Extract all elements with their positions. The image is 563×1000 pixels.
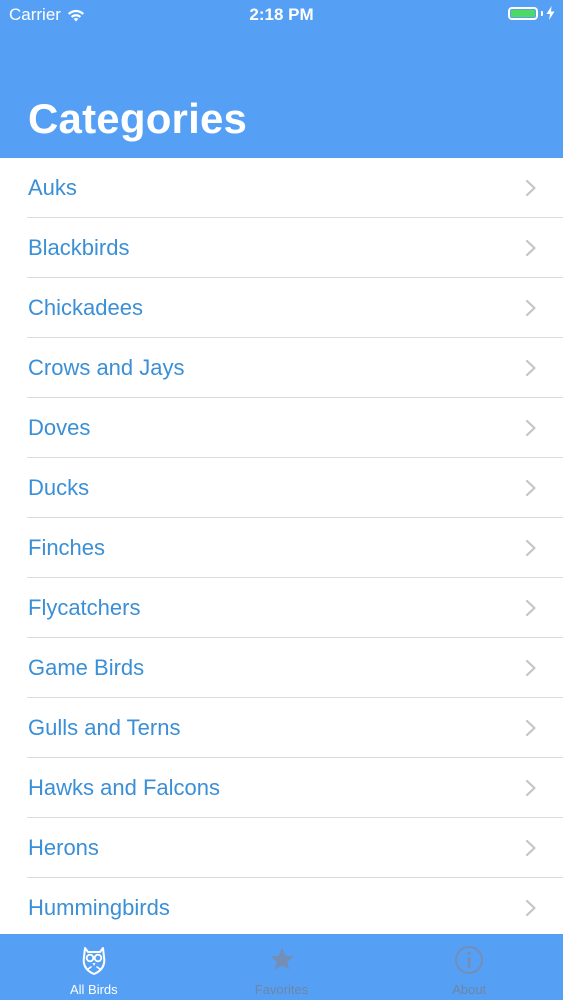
- chevron-right-icon: [525, 299, 536, 317]
- tab-favorites[interactable]: Favorites: [188, 934, 376, 1000]
- list-item-label: Finches: [28, 535, 106, 560]
- chevron-right-icon: [525, 839, 536, 857]
- list-item[interactable]: Hummingbirds: [0, 878, 563, 934]
- list-item[interactable]: Crows and Jays: [0, 338, 563, 398]
- list-item-label: Ducks: [28, 475, 90, 500]
- list-item[interactable]: Hawks and Falcons: [0, 758, 563, 818]
- list-item-label: Auks: [28, 175, 77, 200]
- tab-label: Favorites: [254, 982, 309, 997]
- star-icon: [269, 948, 294, 970]
- list-item-label: Blackbirds: [28, 235, 130, 260]
- owl-icon: [82, 947, 106, 975]
- list-item[interactable]: Blackbirds: [0, 218, 563, 278]
- category-list[interactable]: Auks Blackbirds Chickadees Crows and Jay…: [0, 158, 563, 934]
- list-item[interactable]: Herons: [0, 818, 563, 878]
- list-item-label: Hummingbirds: [28, 895, 170, 920]
- tab-all-birds[interactable]: All Birds: [0, 934, 188, 1000]
- tab-label: All Birds: [69, 982, 118, 997]
- info-icon: [455, 946, 484, 974]
- battery-icon: [508, 6, 538, 20]
- chevron-right-icon: [525, 899, 536, 917]
- list-item[interactable]: Auks: [0, 158, 563, 218]
- navigation-header: Carrier 2:18 PM Categories: [0, 0, 563, 158]
- list-item-label: Flycatchers: [28, 595, 141, 620]
- chevron-right-icon: [525, 539, 536, 557]
- status-bar: Carrier 2:18 PM: [0, 0, 563, 30]
- list-item-label: Chickadees: [28, 295, 143, 320]
- list-item[interactable]: Flycatchers: [0, 578, 563, 638]
- list-item-label: Gulls and Terns: [28, 715, 181, 740]
- tab-label: About: [452, 982, 487, 997]
- charging-bolt-icon: [546, 6, 555, 20]
- list-item-label: Hawks and Falcons: [28, 775, 220, 800]
- chevron-right-icon: [525, 659, 536, 677]
- status-time: 2:18 PM: [249, 5, 314, 24]
- list-item-label: Game Birds: [28, 655, 145, 680]
- list-item[interactable]: Gulls and Terns: [0, 698, 563, 758]
- tab-about[interactable]: About: [375, 934, 563, 1000]
- chevron-right-icon: [525, 479, 536, 497]
- tab-bar: All Birds Favorites About: [0, 934, 563, 1000]
- chevron-right-icon: [525, 599, 536, 617]
- list-item[interactable]: Finches: [0, 518, 563, 578]
- list-item-label: Herons: [28, 835, 99, 860]
- chevron-right-icon: [525, 239, 536, 257]
- list-item-label: Crows and Jays: [28, 355, 185, 380]
- list-item[interactable]: Chickadees: [0, 278, 563, 338]
- page-title: Categories: [28, 95, 248, 142]
- list-item-label: Doves: [28, 415, 91, 440]
- battery-indicator: [508, 6, 555, 20]
- list-item[interactable]: Ducks: [0, 458, 563, 518]
- chevron-right-icon: [525, 719, 536, 737]
- chevron-right-icon: [525, 419, 536, 437]
- chevron-right-icon: [525, 779, 536, 797]
- list-item[interactable]: Game Birds: [0, 638, 563, 698]
- list-item[interactable]: Doves: [0, 398, 563, 458]
- chevron-right-icon: [525, 359, 536, 377]
- chevron-right-icon: [525, 179, 536, 197]
- battery-level: [511, 9, 535, 17]
